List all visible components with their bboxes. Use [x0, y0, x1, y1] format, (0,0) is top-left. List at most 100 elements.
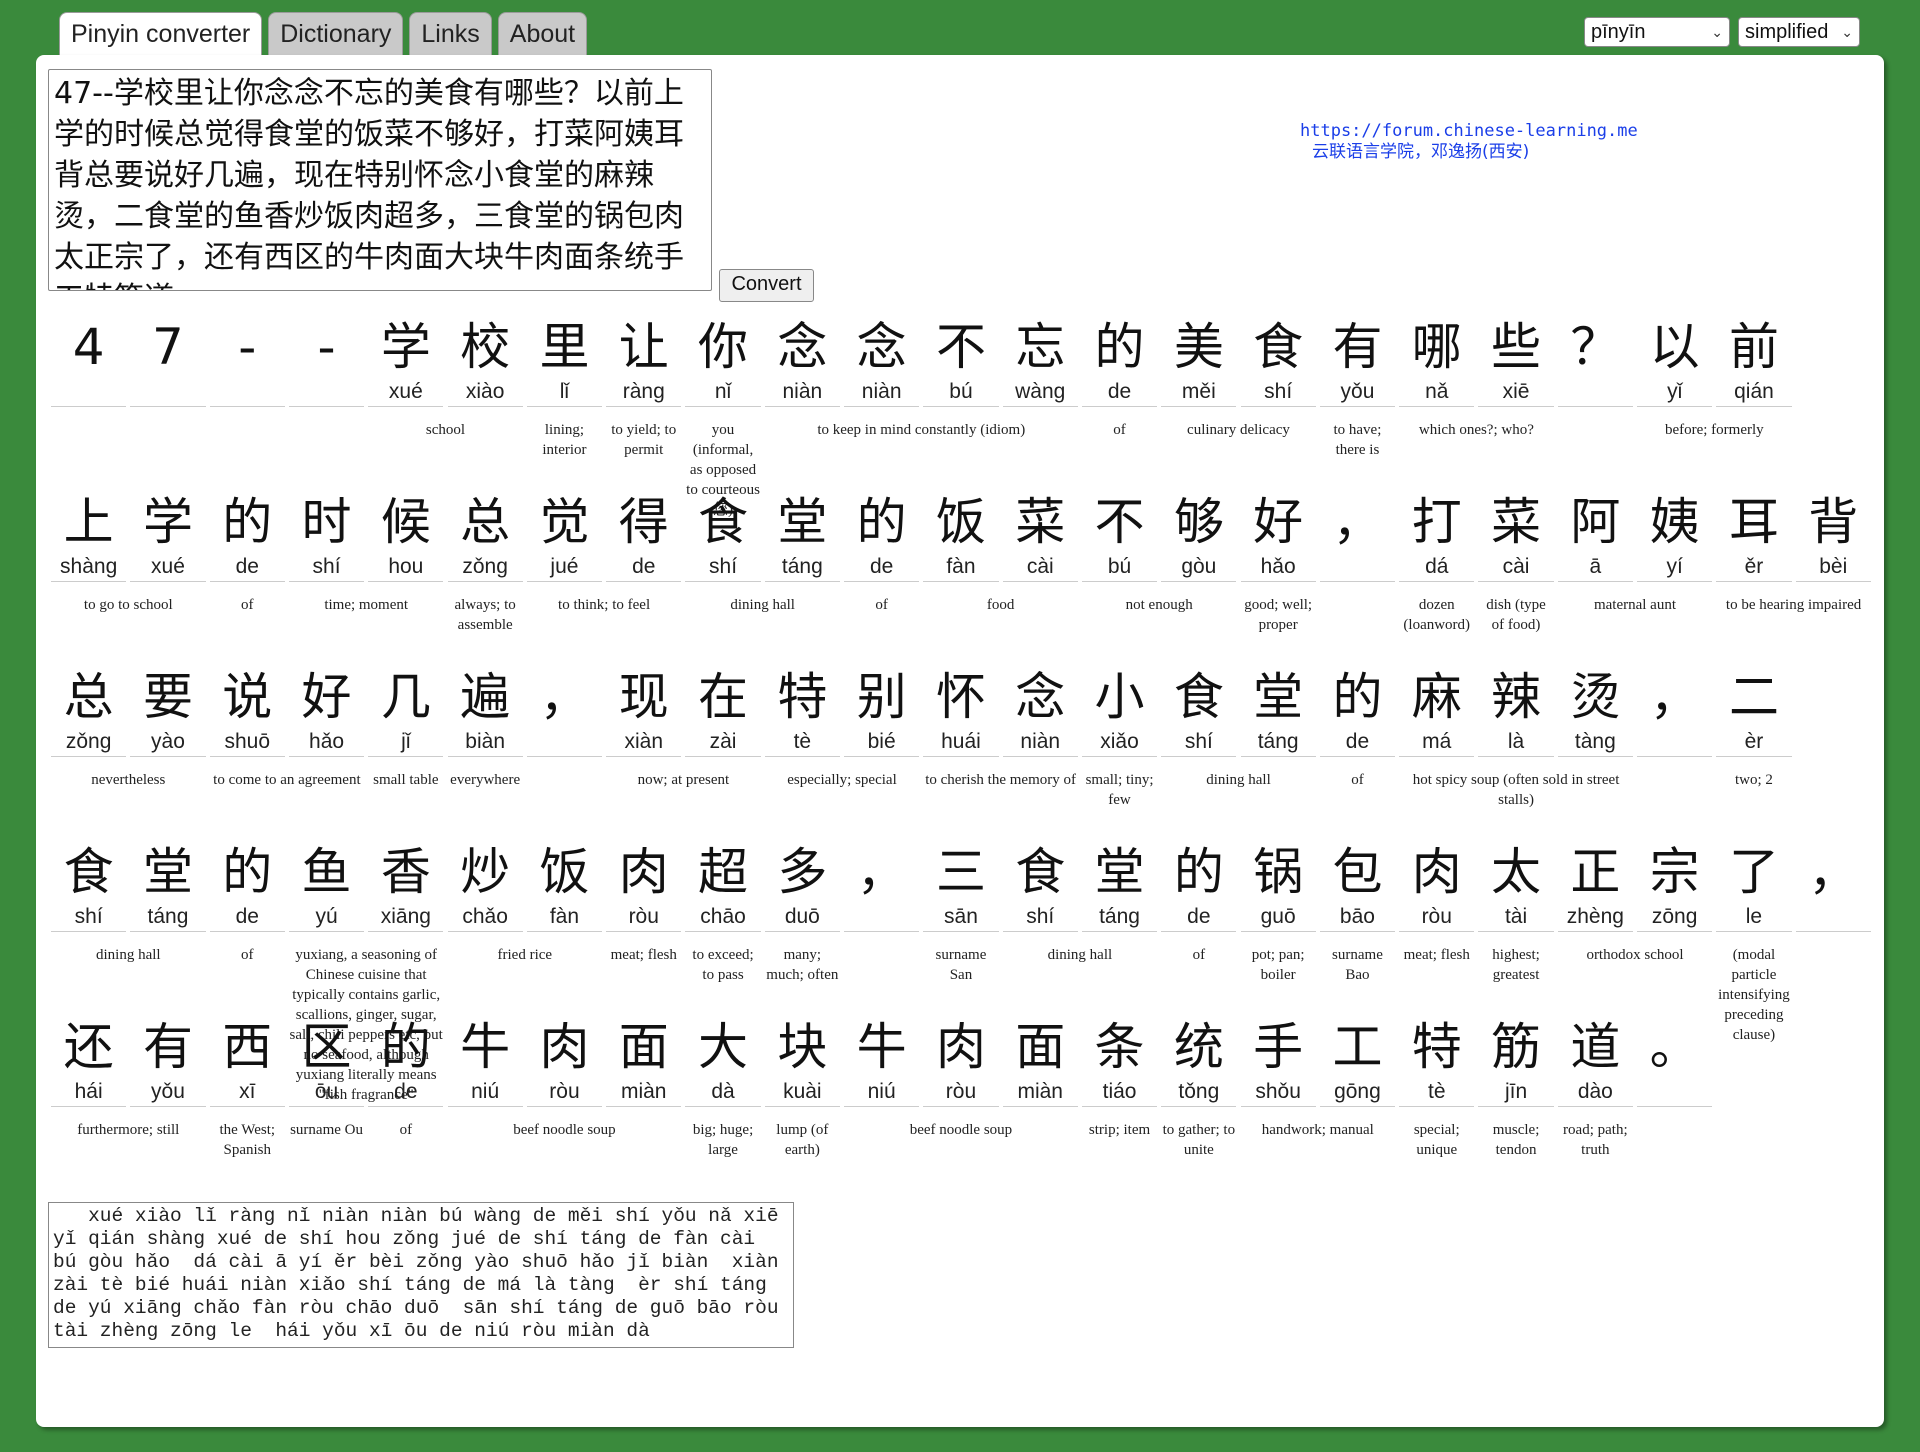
char-cell[interactable]: 念 niàn — [844, 316, 920, 407]
tab-dictionary[interactable]: Dictionary — [268, 12, 404, 56]
char-cell[interactable]: ， — [1795, 841, 1871, 932]
char-cell[interactable]: 工 gōng — [1319, 1016, 1396, 1107]
char-cell[interactable]: 三 sān — [923, 841, 999, 932]
char-cell[interactable]: 西 xī — [209, 1016, 285, 1107]
char-cell[interactable]: 菜 cài — [1002, 491, 1078, 582]
char-cell[interactable]: 念 niàn — [1002, 666, 1078, 757]
char-cell[interactable]: 要 yào — [130, 666, 206, 757]
char-cell[interactable]: 道 dào — [1557, 1016, 1633, 1107]
char-cell[interactable]: 以 yǐ — [1637, 316, 1713, 407]
char-cell[interactable]: 条 tiáo — [1081, 1016, 1158, 1107]
char-cell[interactable]: 区 ōu — [288, 1016, 365, 1107]
tab-links[interactable]: Links — [409, 12, 492, 56]
char-cell[interactable]: 食 shí — [1161, 666, 1237, 757]
char-cell[interactable]: 里 lǐ — [526, 316, 603, 407]
char-cell[interactable]: 超 chāo — [685, 841, 761, 932]
char-cell[interactable]: 的 de — [209, 841, 285, 932]
char-cell[interactable]: 香 xiāng — [368, 841, 444, 932]
char-cell[interactable]: 菜 cài — [1478, 491, 1554, 582]
char-cell[interactable]: 让 ràng — [606, 316, 682, 407]
char-cell[interactable]: 。 — [1637, 1016, 1713, 1107]
char-cell[interactable]: ， — [844, 841, 920, 932]
char-cell[interactable]: 遍 biàn — [447, 666, 523, 757]
convert-button[interactable]: Convert — [719, 269, 814, 302]
char-cell[interactable]: 二 èr — [1716, 666, 1792, 757]
char-cell[interactable]: 背 bèi — [1795, 491, 1871, 582]
char-cell[interactable]: 校 xiào — [447, 316, 523, 407]
char-cell[interactable]: 打 dá — [1399, 491, 1475, 582]
char-cell[interactable]: 哪 nǎ — [1399, 316, 1475, 407]
char-cell[interactable]: 堂 táng — [130, 841, 206, 932]
char-cell[interactable]: 多 duō — [764, 841, 840, 932]
char-cell[interactable]: 候 hou — [368, 491, 444, 582]
char-cell[interactable]: 食 shí — [1240, 316, 1316, 407]
tab-about[interactable]: About — [497, 12, 588, 56]
char-cell[interactable]: 前 qián — [1716, 316, 1792, 407]
char-cell[interactable]: 不 bú — [1081, 491, 1158, 582]
char-cell[interactable]: 好 hǎo — [1240, 491, 1316, 582]
char-cell[interactable]: 的 de — [844, 491, 920, 582]
char-cell[interactable]: 美 měi — [1161, 316, 1237, 407]
char-cell[interactable]: 特 tè — [764, 666, 840, 757]
char-cell[interactable]: 有 yǒu — [130, 1016, 206, 1107]
char-cell[interactable]: 总 zǒng — [51, 666, 127, 757]
char-cell[interactable]: 耳 ěr — [1716, 491, 1792, 582]
char-cell[interactable]: 的 de — [1081, 316, 1158, 407]
char-cell[interactable]: 宗 zōng — [1637, 841, 1713, 932]
pinyin-output-textarea[interactable]: xué xiào lǐ ràng nǐ niàn niàn bú wàng de… — [48, 1202, 794, 1348]
char-cell[interactable]: 的 de — [1161, 841, 1237, 932]
char-cell[interactable]: 阿ā — [1557, 491, 1633, 582]
char-cell[interactable]: 面 miàn — [1002, 1016, 1078, 1107]
char-cell[interactable]: 别 bié — [844, 666, 920, 757]
char-cell[interactable]: ， — [526, 666, 603, 757]
char-cell[interactable]: 正 zhèng — [1557, 841, 1633, 932]
char-cell[interactable]: ， — [1637, 666, 1713, 757]
char-cell[interactable]: 堂 táng — [1240, 666, 1316, 757]
char-cell[interactable]: 辣 là — [1478, 666, 1554, 757]
char-cell[interactable]: 筋 jīn — [1478, 1016, 1554, 1107]
char-cell[interactable]: 包 bāo — [1319, 841, 1396, 932]
char-cell[interactable]: 念 niàn — [764, 316, 840, 407]
char-cell[interactable]: 不 bú — [923, 316, 999, 407]
char-cell[interactable]: 些 xiē — [1478, 316, 1554, 407]
char-cell[interactable]: 手 shǒu — [1240, 1016, 1316, 1107]
char-cell[interactable]: 够 gòu — [1161, 491, 1237, 582]
char-cell[interactable]: 块 kuài — [764, 1016, 840, 1107]
char-cell[interactable]: 大 dà — [685, 1016, 761, 1107]
char-cell[interactable]: 觉 jué — [526, 491, 603, 582]
char-cell[interactable]: ， — [1319, 491, 1396, 582]
char-cell[interactable]: - — [288, 316, 365, 407]
char-cell[interactable]: 现 xiàn — [606, 666, 682, 757]
chinese-text-input[interactable]: 47--学校里让你念念不忘的美食有哪些？以前上学的时候总觉得食堂的饭菜不够好，打… — [48, 69, 712, 291]
char-cell[interactable]: 太 tài — [1478, 841, 1554, 932]
char-cell[interactable]: 堂 táng — [1081, 841, 1158, 932]
char-cell[interactable]: 学 xué — [130, 491, 206, 582]
char-cell[interactable]: 时 shí — [288, 491, 365, 582]
char-cell[interactable]: 上 shàng — [51, 491, 127, 582]
char-cell[interactable]: 统 tǒng — [1161, 1016, 1237, 1107]
char-cell[interactable]: 怀 huái — [923, 666, 999, 757]
char-cell[interactable]: 你 nǐ — [685, 316, 761, 407]
char-cell[interactable]: 炒 chǎo — [447, 841, 523, 932]
char-cell[interactable]: 几 jǐ — [368, 666, 444, 757]
char-cell[interactable]: 学 xué — [368, 316, 444, 407]
char-cell[interactable]: 的 de — [1319, 666, 1396, 757]
char-cell[interactable]: 忘 wàng — [1002, 316, 1078, 407]
char-cell[interactable]: 牛 niú — [844, 1016, 920, 1107]
char-cell[interactable]: 牛 niú — [447, 1016, 523, 1107]
char-cell[interactable]: 麻 má — [1399, 666, 1475, 757]
char-cell[interactable]: 有 yǒu — [1319, 316, 1396, 407]
char-cell[interactable]: ？ — [1557, 316, 1633, 407]
char-cell[interactable]: 好 hǎo — [288, 666, 365, 757]
char-cell[interactable]: 肉 ròu — [923, 1016, 999, 1107]
char-cell[interactable]: 小 xiǎo — [1081, 666, 1158, 757]
char-cell[interactable]: 烫 tàng — [1557, 666, 1633, 757]
char-cell[interactable]: 7 — [130, 316, 206, 407]
char-cell[interactable]: 堂 táng — [764, 491, 840, 582]
char-cell[interactable]: 肉 ròu — [1399, 841, 1475, 932]
char-cell[interactable]: 肉 ròu — [606, 841, 682, 932]
char-cell[interactable]: 锅 guō — [1240, 841, 1316, 932]
char-cell[interactable]: 面 miàn — [606, 1016, 682, 1107]
char-cell[interactable]: 4 — [51, 316, 127, 407]
char-cell[interactable]: 了 le — [1716, 841, 1792, 932]
